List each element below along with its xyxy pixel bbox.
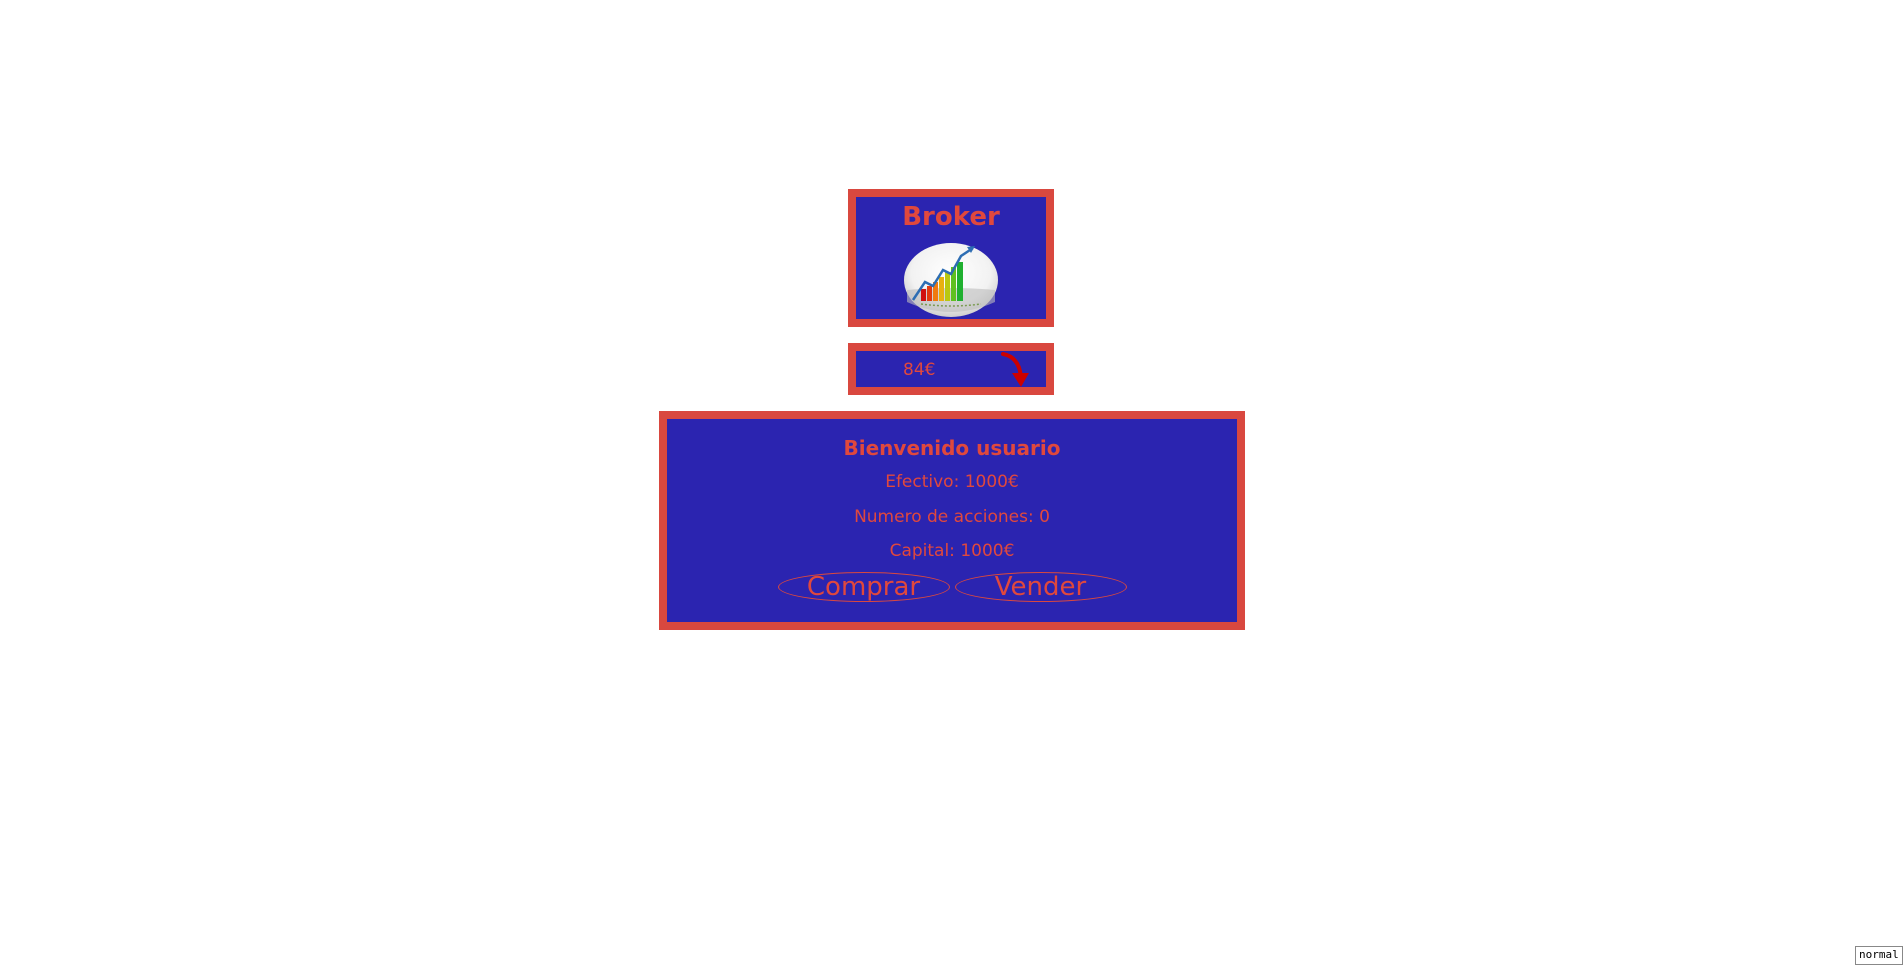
capital-total: Capital: 1000€ [889, 541, 1015, 561]
share-price: 84€ [903, 360, 936, 380]
mode-indicator: normal [1855, 946, 1903, 965]
action-buttons: Comprar Vender [667, 572, 1237, 602]
account-panel: Bienvenido usuario Efectivo: 1000€ Numer… [659, 411, 1245, 630]
buy-button[interactable]: Comprar [777, 572, 950, 602]
down-arrow-icon [1001, 352, 1029, 387]
cash-balance: Efectivo: 1000€ [885, 472, 1019, 492]
app-title: Broker [902, 202, 1000, 232]
shares-count: Numero de acciones: 0 [854, 507, 1050, 527]
header-panel: Broker [848, 189, 1054, 327]
welcome-heading: Bienvenido usuario [843, 436, 1061, 460]
rising-bar-chart-icon [904, 243, 998, 317]
price-ticker: 84€ [848, 343, 1054, 395]
sell-button[interactable]: Vender [954, 572, 1127, 602]
